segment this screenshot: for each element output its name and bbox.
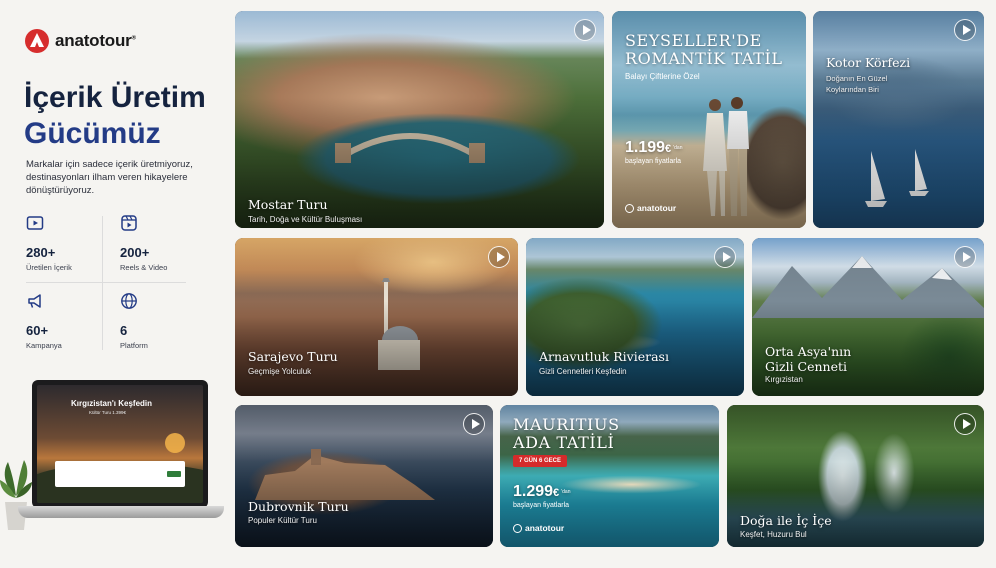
card-title: Arnavutluk Rivierası: [539, 349, 669, 364]
card-title: Sarajevo Turu: [248, 349, 338, 364]
reels-icon: [121, 215, 137, 231]
laptop-hero-title: Kırgızistan'ı Keşfedin: [71, 399, 153, 408]
stat-value: 6: [120, 323, 128, 338]
card-dubrovnik-tour[interactable]: Dubrovnik Turu Populer Kültür Turu: [235, 405, 493, 547]
play-button[interactable]: [574, 19, 596, 41]
card-title: Kotor Körfezi: [826, 55, 911, 70]
play-button[interactable]: [714, 246, 736, 268]
card-sarajevo-tour[interactable]: Sarajevo Turu Geçmişe Yolculuk: [235, 238, 518, 396]
card-brand-name: anatotour: [525, 523, 565, 533]
stats-grid: 280+ Üretilen İçerik 200+ Reels & Video …: [26, 214, 186, 354]
play-button[interactable]: [954, 246, 976, 268]
stat-platform: 6 Platform: [120, 292, 198, 350]
laptop-mockup: Kırgızistan'ı Keşfedin Kültür Turu 1.399…: [18, 380, 238, 540]
sun-shape: [165, 433, 185, 453]
promo-title: MAURITIUS ADA TATİLİ: [513, 416, 620, 452]
brand-logo[interactable]: anatotour®: [24, 28, 136, 54]
play-button[interactable]: [954, 19, 976, 41]
promo-title-line-2: ADA TATİLİ: [513, 433, 615, 452]
stat-value: 280+: [26, 245, 56, 260]
card-shade: [235, 11, 604, 228]
price-note: başlayan fiyatlarla: [625, 158, 682, 165]
brand-name: anatotour®: [55, 31, 136, 50]
play-icon: [26, 216, 44, 230]
stat-label: Reels & Video: [120, 263, 168, 272]
card-subtitle-line-1: Doğanın En Güzel: [826, 74, 888, 83]
promo-title-line-1: MAURITIUS: [513, 415, 620, 434]
price-currency: €: [665, 143, 672, 155]
price-from: 'dan: [561, 488, 571, 495]
promo-title: SEYSELLER'DE ROMANTİK TATİL: [625, 32, 783, 68]
card-title: Mostar Turu: [248, 197, 328, 212]
stat-label: Kampanya: [26, 341, 62, 350]
card-subtitle: Tarih, Doğa ve Kültür Buluşması: [248, 215, 363, 224]
description-text: Markalar için sadece içerik üretmiyoruz,…: [26, 159, 193, 196]
laptop-base: [18, 506, 224, 518]
card-mauritius-promo[interactable]: MAURITIUS ADA TATİLİ 7 GÜN 6 GECE 1.299€…: [500, 405, 719, 547]
card-subtitle: Kırgızistan: [765, 375, 803, 384]
play-button[interactable]: [488, 246, 510, 268]
promo-title-line-2: ROMANTİK TATİL: [625, 49, 783, 68]
laptop-hero-subtitle: Kültür Turu 1.399€: [89, 410, 127, 415]
anatotour-logo-icon: [25, 29, 49, 53]
card-central-asia[interactable]: Orta Asya'nın Gizli Cenneti Kırgızistan: [752, 238, 984, 396]
promo-price: 1.199€'dan: [625, 139, 682, 157]
card-brand: anatotour: [513, 523, 564, 533]
left-panel: anatotour® İçerik Üretim Gücümüz Markala…: [0, 0, 228, 568]
brand-logo-icon: [513, 523, 522, 533]
card-albanian-riviera[interactable]: Arnavutluk Rivierası Gizli Cennetleri Ke…: [526, 238, 744, 396]
stats-divider-horizontal: [26, 282, 186, 283]
stat-content: 280+ Üretilen İçerik: [26, 214, 104, 272]
title-line-2: Gücümüz: [24, 117, 161, 150]
card-subtitle-line-2: Koylarından Biri: [826, 85, 879, 94]
megaphone-icon: [28, 294, 41, 308]
card-title-line-2: Gizli Cenneti: [765, 359, 848, 374]
card-brand: anatotour: [625, 203, 676, 213]
price-note: başlayan fiyatlarla: [513, 502, 570, 509]
play-button[interactable]: [954, 413, 976, 435]
card-shade: [813, 11, 984, 228]
card-title: Dubrovnik Turu: [248, 499, 349, 514]
card-subtitle: Populer Kültür Turu: [248, 516, 317, 525]
card-title: Doğa ile İç İçe: [740, 513, 832, 528]
promo-price: 1.299€'dan: [513, 483, 570, 501]
card-seychelles-promo[interactable]: SEYSELLER'DE ROMANTİK TATİL Balayı Çiftl…: [612, 11, 806, 228]
card-subtitle: Keşfet, Huzuru Bul: [740, 530, 807, 539]
card-shade: [235, 405, 493, 547]
globe-icon: [121, 293, 137, 309]
price-value: 1.299: [513, 483, 554, 500]
title-line-1: İçerik Üretim: [24, 81, 206, 114]
laptop-search-button: [167, 471, 181, 477]
card-subtitle: Gizli Cennetleri Keşfedin: [539, 367, 627, 376]
card-subtitle: Geçmişe Yolculuk: [248, 367, 312, 376]
play-button[interactable]: [463, 413, 485, 435]
card-nature[interactable]: Doğa ile İç İçe Keşfet, Huzuru Bul: [727, 405, 984, 547]
brand-logo-icon: [625, 203, 634, 213]
price-currency: €: [553, 487, 560, 499]
promo-subtitle: Balayı Çiftlerine Özel: [625, 72, 700, 81]
laptop-website-preview: Kırgızistan'ı Keşfedin Kültür Turu 1.399…: [37, 385, 203, 503]
promo-title-line-1: SEYSELLER'DE: [625, 31, 762, 50]
laptop-search-form: [55, 461, 185, 487]
page-title: İçerik Üretim Gücümüz: [24, 80, 206, 152]
card-mostar-tour[interactable]: Mostar Turu Tarih, Doğa ve Kültür Buluşm…: [235, 11, 604, 228]
stat-campaign: 60+ Kampanya: [26, 292, 104, 350]
card-kotor-bay[interactable]: Kotor Körfezi Doğanın En Güzel Koylarınd…: [813, 11, 984, 228]
stat-label: Üretilen İçerik: [26, 263, 72, 272]
card-title: Orta Asya'nın Gizli Cenneti: [765, 344, 851, 374]
price-from: 'dan: [673, 144, 683, 151]
stat-value: 200+: [120, 245, 150, 260]
duration-badge: 7 GÜN 6 GECE: [513, 455, 568, 467]
price-value: 1.199: [625, 139, 666, 156]
laptop-screen: Kırgızistan'ı Keşfedin Kültür Turu 1.399…: [32, 380, 208, 508]
stat-value: 60+: [26, 323, 49, 338]
card-subtitle: Doğanın En Güzel Koylarından Biri: [826, 73, 887, 95]
card-title-line-1: Orta Asya'nın: [765, 344, 852, 359]
card-brand-name: anatotour: [637, 203, 677, 213]
stat-label: Platform: [120, 341, 148, 350]
stat-reels: 200+ Reels & Video: [120, 214, 198, 272]
